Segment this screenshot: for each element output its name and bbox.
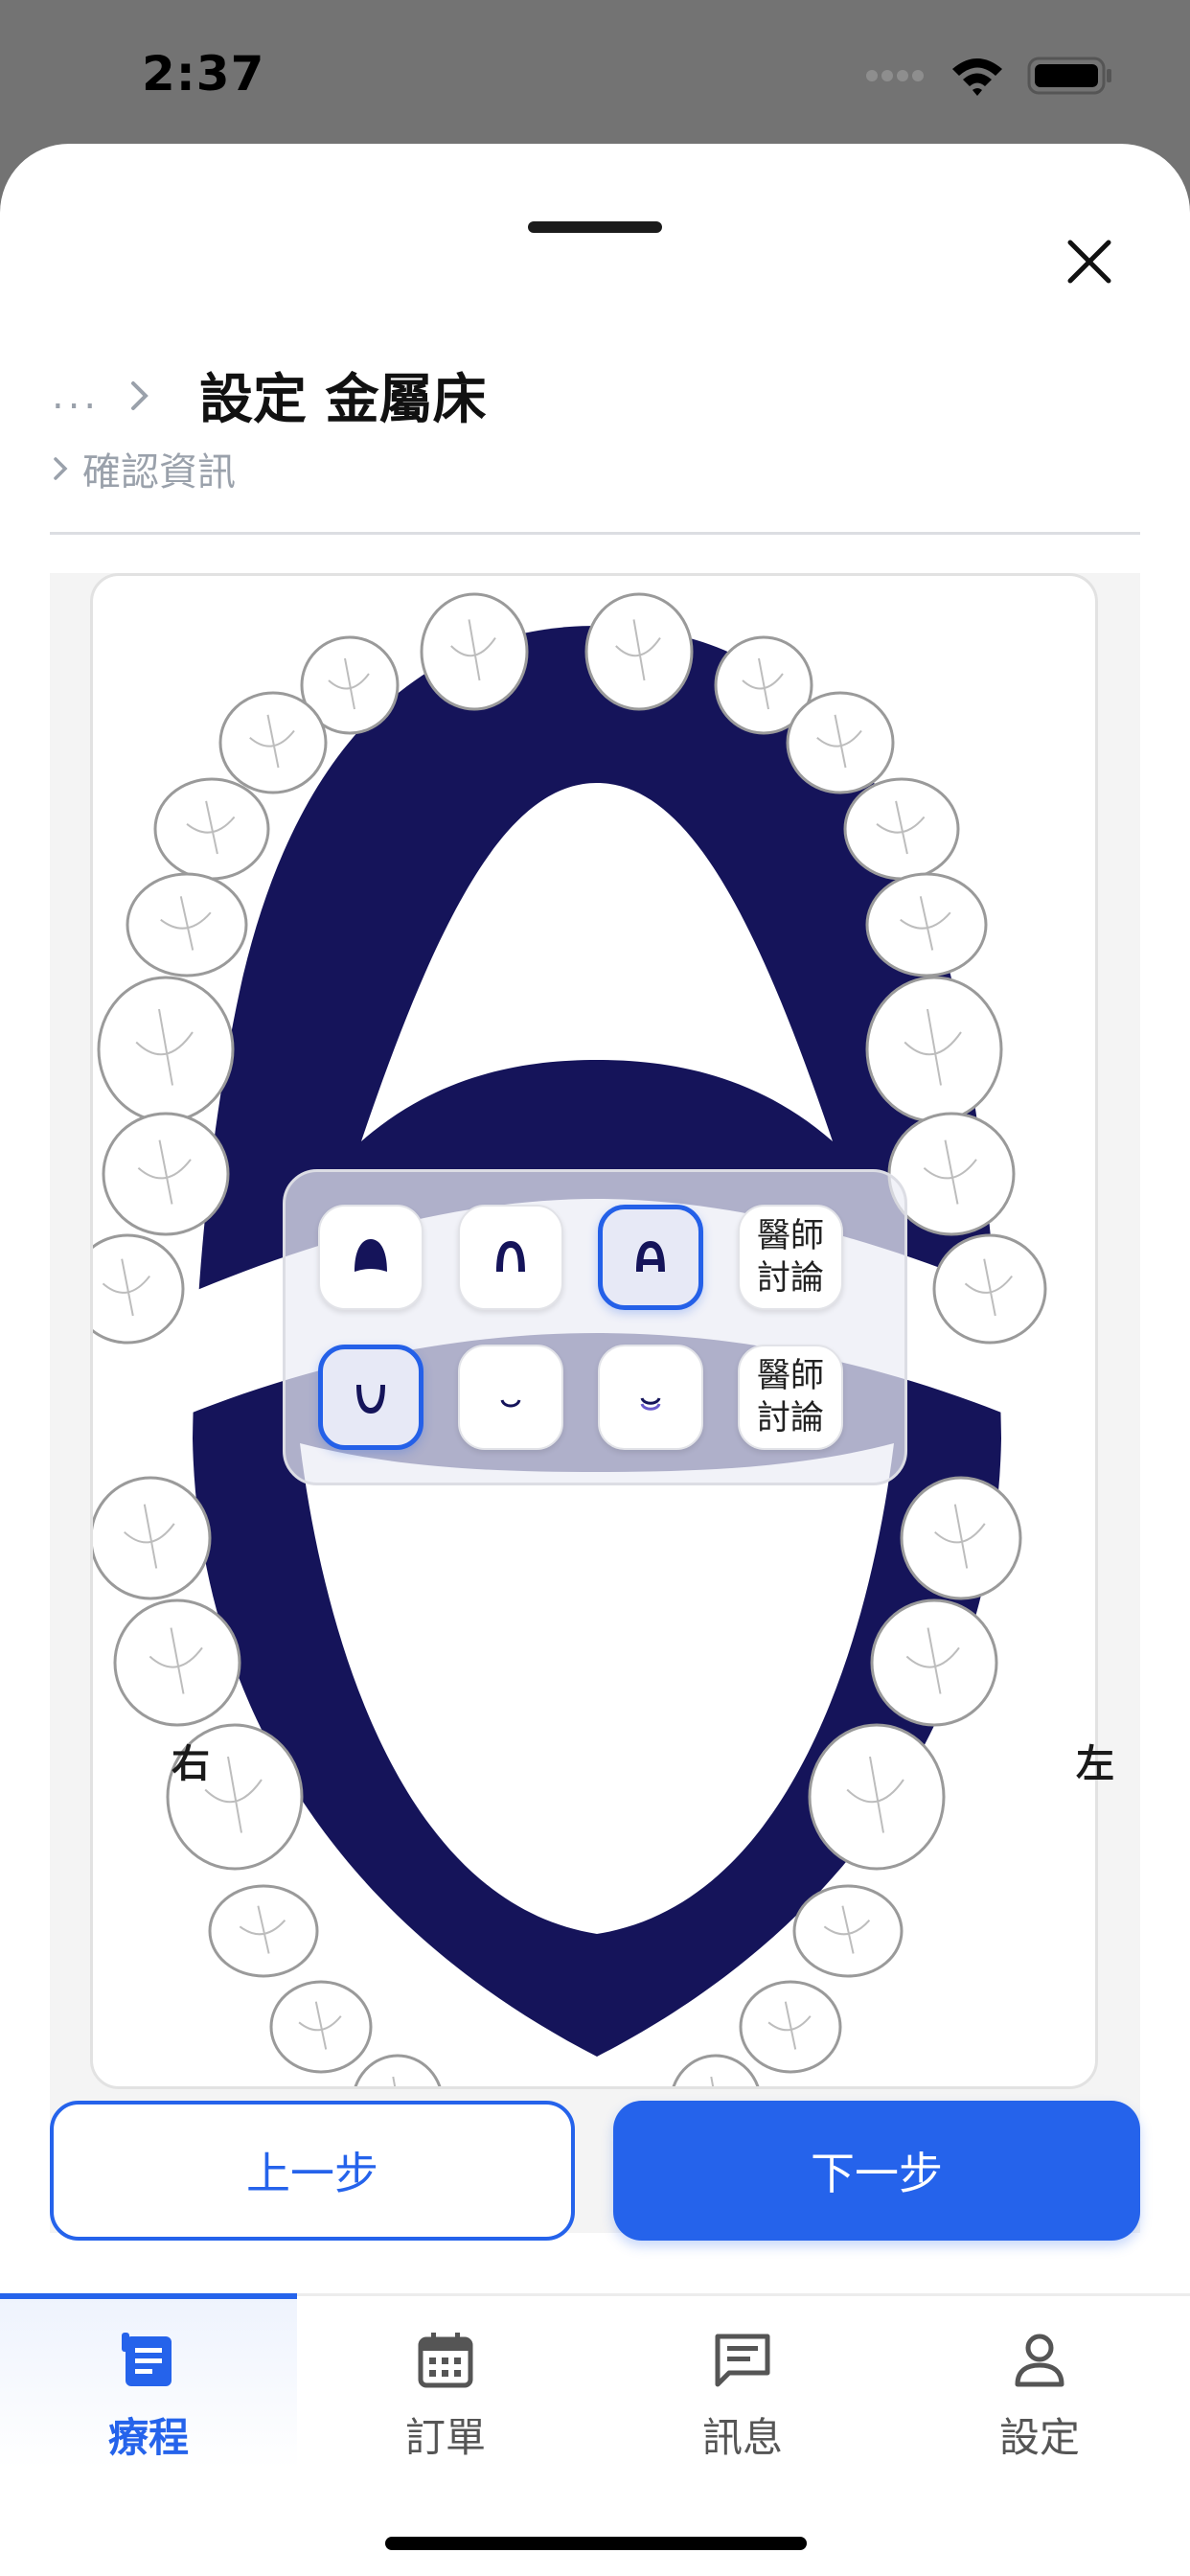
right-side-label: 右 — [172, 1742, 210, 1786]
close-icon — [1067, 240, 1111, 284]
tooth[interactable] — [671, 2054, 761, 2089]
tab-bar: 療程 訂單 訊息 設定 — [0, 2293, 1190, 2469]
tooth[interactable] — [93, 1476, 212, 1600]
lower-double-bar-option[interactable] — [598, 1345, 703, 1450]
tooth[interactable] — [113, 1598, 241, 1727]
upper-doctor-discuss-option[interactable]: 醫師討論 — [738, 1205, 843, 1310]
tooth[interactable] — [843, 777, 960, 881]
chevron-right-icon — [54, 457, 68, 480]
calendar-icon — [412, 2327, 479, 2394]
next-step-button[interactable]: 下一步 — [613, 2101, 1140, 2241]
tooth[interactable] — [865, 976, 1003, 1123]
chevron-right-icon — [128, 380, 186, 412]
upper-full-palate-option[interactable] — [318, 1205, 423, 1310]
cellular-signal-icon — [866, 70, 924, 81]
tooth[interactable] — [420, 592, 529, 711]
close-button[interactable] — [1056, 228, 1123, 295]
tooth[interactable] — [887, 1112, 1016, 1236]
upper-ap-strap-option[interactable] — [598, 1205, 703, 1310]
lower-lingual-bar-option[interactable] — [458, 1345, 563, 1450]
treatment-icon — [115, 2327, 182, 2394]
previous-step-button[interactable]: 上一步 — [50, 2101, 575, 2241]
tab-label: 訊息 — [701, 2414, 783, 2461]
tooth[interactable] — [870, 1598, 998, 1727]
lower-lingual-plate-icon — [356, 1385, 385, 1414]
tooth[interactable] — [808, 1723, 946, 1871]
tooth[interactable] — [126, 872, 248, 978]
tooth[interactable] — [208, 1884, 319, 1978]
upper-horseshoe-option[interactable] — [458, 1205, 563, 1310]
tab-label: 設定 — [998, 2414, 1080, 2461]
home-indicator — [385, 2537, 807, 2550]
tab-treatment[interactable]: 療程 — [0, 2293, 297, 2469]
tooth[interactable] — [792, 1884, 904, 1978]
step-subtitle: 確認資訊 — [82, 450, 236, 494]
wifi-icon — [952, 58, 1002, 96]
battery-icon — [1027, 57, 1111, 95]
tooth[interactable] — [353, 2054, 443, 2089]
message-icon — [709, 2327, 776, 2394]
person-icon — [1006, 2327, 1073, 2394]
tooth[interactable] — [786, 691, 895, 794]
breadcrumb-ellipsis[interactable]: ... — [52, 374, 128, 418]
tooth[interactable] — [102, 1112, 230, 1236]
lower-lingual-plate-option[interactable] — [318, 1345, 423, 1450]
lower-doctor-discuss-option[interactable]: 醫師討論 — [738, 1345, 843, 1450]
upper-horseshoe-icon — [496, 1241, 525, 1272]
tooth[interactable] — [218, 691, 328, 794]
upper-doctor-discuss-label: 醫師討論 — [756, 1217, 824, 1298]
tab-label: 療程 — [107, 2414, 189, 2461]
status-icons — [864, 56, 1113, 96]
bottom-sheet: ... 設定 金屬床 確認資訊 右 左 醫師討論 醫師討論 上一步 下一步 療程… — [0, 144, 1190, 2576]
tooth[interactable] — [269, 1980, 373, 2074]
tab-settings[interactable]: 設定 — [891, 2296, 1188, 2469]
sheet-grabber[interactable] — [528, 221, 662, 233]
tooth[interactable] — [584, 592, 694, 711]
sub-breadcrumb: 確認資訊 — [52, 441, 236, 496]
header-divider — [50, 532, 1140, 535]
breadcrumb: ... 設定 金屬床 — [52, 356, 487, 434]
upper-full-palate-icon — [355, 1239, 387, 1272]
status-time: 2:37 — [142, 46, 265, 102]
page-title: 設定 金屬床 — [199, 369, 487, 431]
tooth[interactable] — [97, 976, 235, 1123]
lower-lingual-bar-icon — [500, 1399, 521, 1408]
status-bar: 2:37 — [0, 0, 1190, 144]
tooth[interactable] — [153, 777, 270, 881]
tab-label: 訂單 — [404, 2414, 486, 2461]
connector-options-panel: 醫師討論 醫師討論 — [283, 1169, 907, 1485]
tooth[interactable] — [900, 1476, 1022, 1600]
tooth[interactable] — [932, 1233, 1047, 1345]
tooth[interactable] — [865, 872, 988, 978]
tab-orders[interactable]: 訂單 — [297, 2296, 594, 2469]
lower-doctor-discuss-label: 醫師討論 — [756, 1357, 824, 1438]
tab-messages[interactable]: 訊息 — [594, 2296, 891, 2469]
upper-ap-strap-icon — [636, 1241, 665, 1272]
left-side-label: 左 — [1076, 1742, 1114, 1786]
lower-double-bar-icon — [640, 1397, 661, 1411]
tooth[interactable] — [739, 1980, 842, 2074]
